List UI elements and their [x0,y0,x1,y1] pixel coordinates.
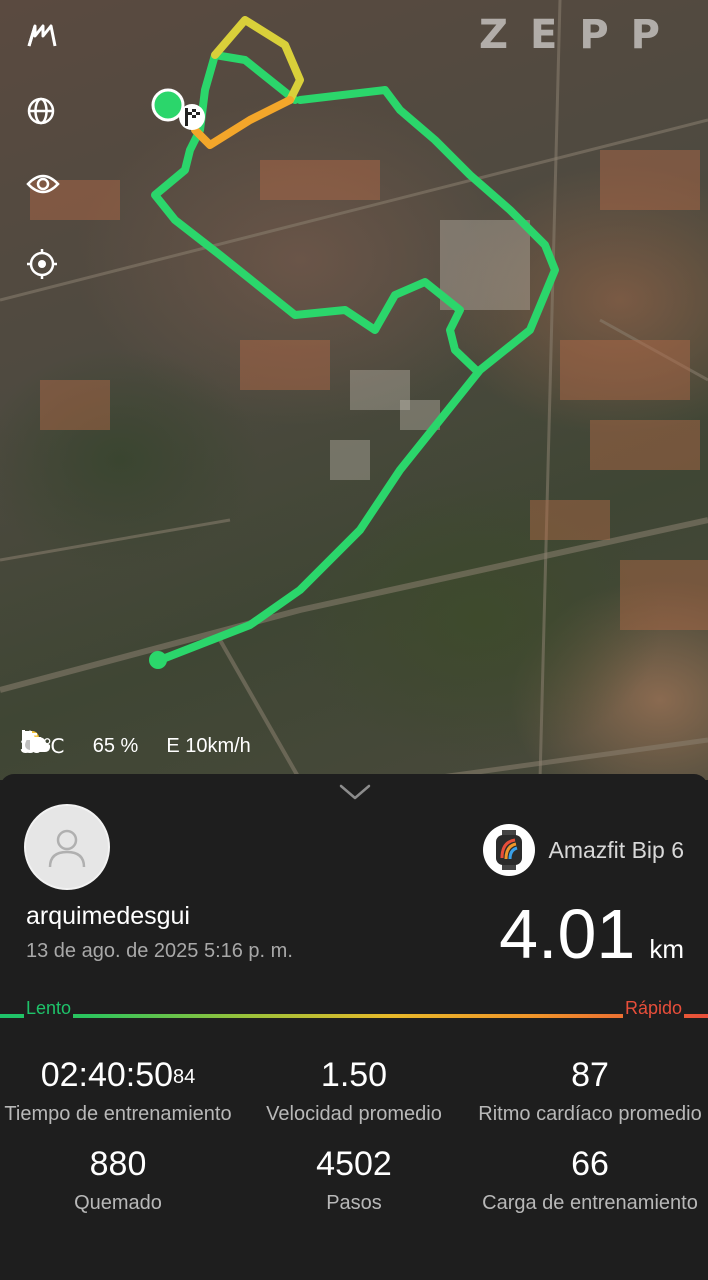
weather-humidity: 65 % [22,730,139,758]
speed-slow-label: Lento [24,998,74,1019]
distance-display: 4.01 km [499,894,684,974]
user-icon [48,829,86,868]
stat-label: Carga de entrenamiento [482,1192,698,1214]
stat-value: 4502 [316,1145,392,1183]
username: arquimedesgui [26,902,190,930]
stat-training-time: 02:40:5084 Tiempo de entrenamiento [0,1054,236,1129]
km-flag-icon[interactable] [26,22,64,60]
collapse-chevron-icon[interactable] [338,782,372,807]
stat-value: 87 [571,1056,609,1094]
stat-average-heart-rate: 87 Ritmo cardíaco promedio [472,1054,708,1129]
stat-average-speed: 1.50 Velocidad promedio [236,1054,472,1129]
stat-value: 66 [571,1145,609,1183]
stat-label: Quemado [74,1192,162,1214]
device-name: Amazfit Bip 6 [548,836,685,863]
weather-wind: E 10km/h [22,730,251,758]
stat-label: Pasos [326,1192,382,1214]
speed-fast-label: Rápido [622,998,684,1019]
eye-icon[interactable] [26,172,64,210]
humidity-value: 65 % [92,734,139,757]
wind-flag-icon [22,730,44,752]
weather-row: 30℃ 65 % E 10km/h [20,728,279,764]
wind-value: E 10km/h [166,734,251,757]
stat-training-load: 66 Carga de entrenamiento [472,1143,708,1218]
stat-value-fraction: 84 [173,1066,196,1088]
stat-label: Tiempo de entrenamiento [4,1103,232,1125]
distance-unit: km [649,934,684,964]
stat-burned: 880 Quemado [0,1143,236,1218]
stat-value: 1.50 [320,1056,388,1094]
workout-summary-panel: Amazfit Bip 6 arquimedesgui 13 de ago. d… [0,774,708,1280]
stats-grid: 02:40:5084 Tiempo de entrenamiento 1.50 … [0,1054,708,1218]
zepp-logo: ZEPP [479,12,682,58]
stat-steps: 4502 Pasos [236,1143,472,1218]
workout-datetime: 13 de ago. de 2025 5:16 p. m. [26,940,293,962]
distance-value: 4.01 [499,895,636,973]
device-info[interactable]: Amazfit Bip 6 [482,824,685,876]
globe-icon[interactable] [26,96,64,134]
route-map[interactable]: ZEPP 65 % E 10km/h [0,0,708,780]
locate-icon[interactable] [26,248,64,286]
speed-legend: Lento Rápido [0,996,708,1026]
stat-label: Velocidad promedio [266,1103,442,1125]
smartwatch-icon [482,824,535,876]
satellite-texture [0,0,708,780]
avatar[interactable] [24,804,110,890]
stat-value: 02:40:5084 [40,1056,196,1094]
stat-value: 880 [89,1145,147,1183]
speed-gradient-bar [0,1014,708,1018]
stat-label: Ritmo cardíaco promedio [478,1103,702,1125]
